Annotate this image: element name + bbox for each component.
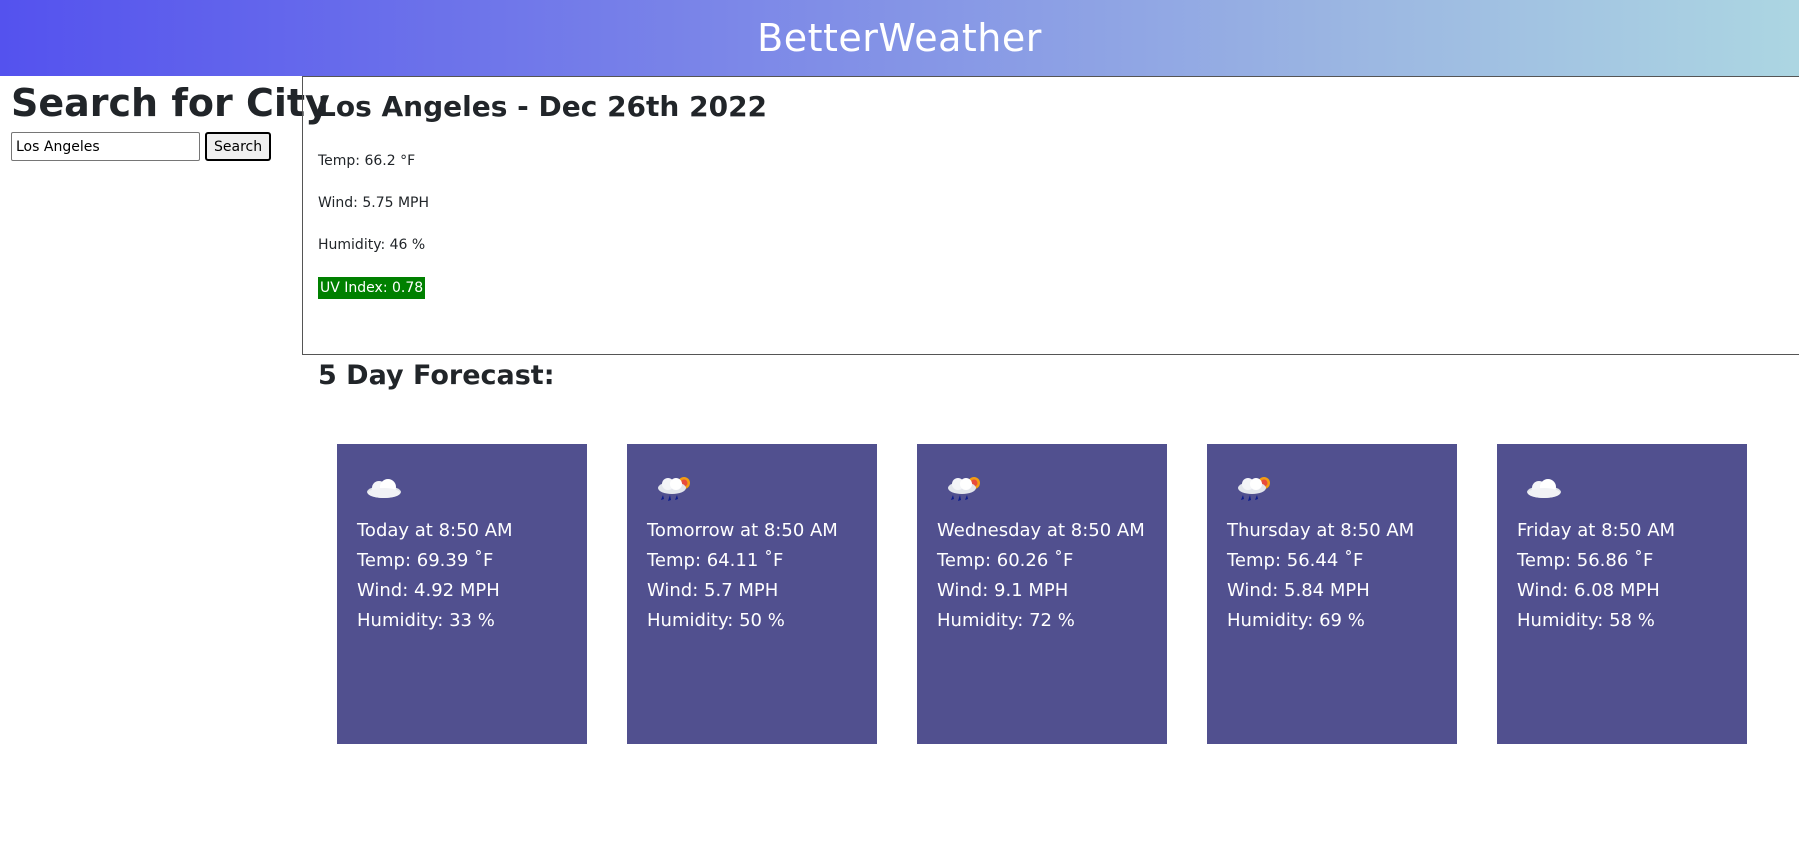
- forecast-card: Friday at 8:50 AM Temp: 56.86 ˚F Wind: 6…: [1497, 444, 1747, 744]
- rain-sun-icon: [647, 468, 857, 510]
- forecast-day-label: Wednesday at 8:50 AM: [937, 520, 1145, 541]
- search-button[interactable]: Search: [205, 132, 272, 161]
- app-header: BetterWeather: [0, 0, 1799, 76]
- forecast-wind: Wind: 4.92 MPH: [357, 580, 500, 601]
- forecast-humidity: Humidity: 72 %: [937, 610, 1075, 631]
- forecast-wind: Wind: 5.7 MPH: [647, 580, 779, 601]
- forecast-wind: Wind: 9.1 MPH: [937, 580, 1069, 601]
- forecast-day-label: Tomorrow at 8:50 AM: [647, 520, 838, 541]
- current-city-heading: Los Angeles - Dec 26th 2022: [318, 90, 768, 123]
- search-heading: Search for City: [11, 81, 330, 125]
- cloud-icon: [357, 468, 567, 510]
- forecast-humidity: Humidity: 33 %: [357, 610, 495, 631]
- forecast-humidity: Humidity: 69 %: [1227, 610, 1365, 631]
- search-panel: Search for City Search: [11, 80, 330, 161]
- forecast-card: Wednesday at 8:50 AM Temp: 60.26 ˚F Wind…: [917, 444, 1167, 744]
- forecast-temp: Temp: 56.44 ˚F: [1227, 550, 1364, 571]
- forecast-day-label: Friday at 8:50 AM: [1517, 520, 1676, 541]
- current-humidity: Humidity: 46 %: [318, 237, 426, 253]
- rain-sun-icon: [1227, 468, 1437, 510]
- city-search-input[interactable]: [11, 132, 200, 161]
- forecast-temp: Temp: 60.26 ˚F: [937, 550, 1074, 571]
- forecast-card: Thursday at 8:50 AM Temp: 56.44 ˚F Wind:…: [1207, 444, 1457, 744]
- forecast-heading: 5 Day Forecast:: [318, 360, 555, 391]
- forecast-card: Today at 8:50 AM Temp: 69.39 ˚F Wind: 4.…: [337, 444, 587, 744]
- forecast-temp: Temp: 64.11 ˚F: [647, 550, 784, 571]
- current-temp: Temp: 66.2 °F: [318, 153, 416, 169]
- forecast-day-label: Thursday at 8:50 AM: [1227, 520, 1415, 541]
- forecast-temp: Temp: 56.86 ˚F: [1517, 550, 1654, 571]
- forecast-wind: Wind: 5.84 MPH: [1227, 580, 1370, 601]
- forecast-day-label: Today at 8:50 AM: [357, 520, 513, 541]
- current-weather-card: Los Angeles - Dec 26th 2022 Temp: 66.2 °…: [302, 76, 1799, 355]
- cloud-icon: [1517, 468, 1727, 510]
- search-row: Search: [11, 132, 291, 161]
- forecast-temp: Temp: 69.39 ˚F: [357, 550, 494, 571]
- rain-sun-icon: [937, 468, 1147, 510]
- app-title: BetterWeather: [757, 16, 1042, 60]
- forecast-card: Tomorrow at 8:50 AM Temp: 64.11 ˚F Wind:…: [627, 444, 877, 744]
- forecast-humidity: Humidity: 50 %: [647, 610, 785, 631]
- uv-index-badge: UV Index: 0.78: [318, 277, 426, 299]
- forecast-row: Today at 8:50 AM Temp: 69.39 ˚F Wind: 4.…: [337, 444, 1747, 744]
- forecast-humidity: Humidity: 58 %: [1517, 610, 1655, 631]
- current-wind: Wind: 5.75 MPH: [318, 195, 430, 211]
- forecast-wind: Wind: 6.08 MPH: [1517, 580, 1660, 601]
